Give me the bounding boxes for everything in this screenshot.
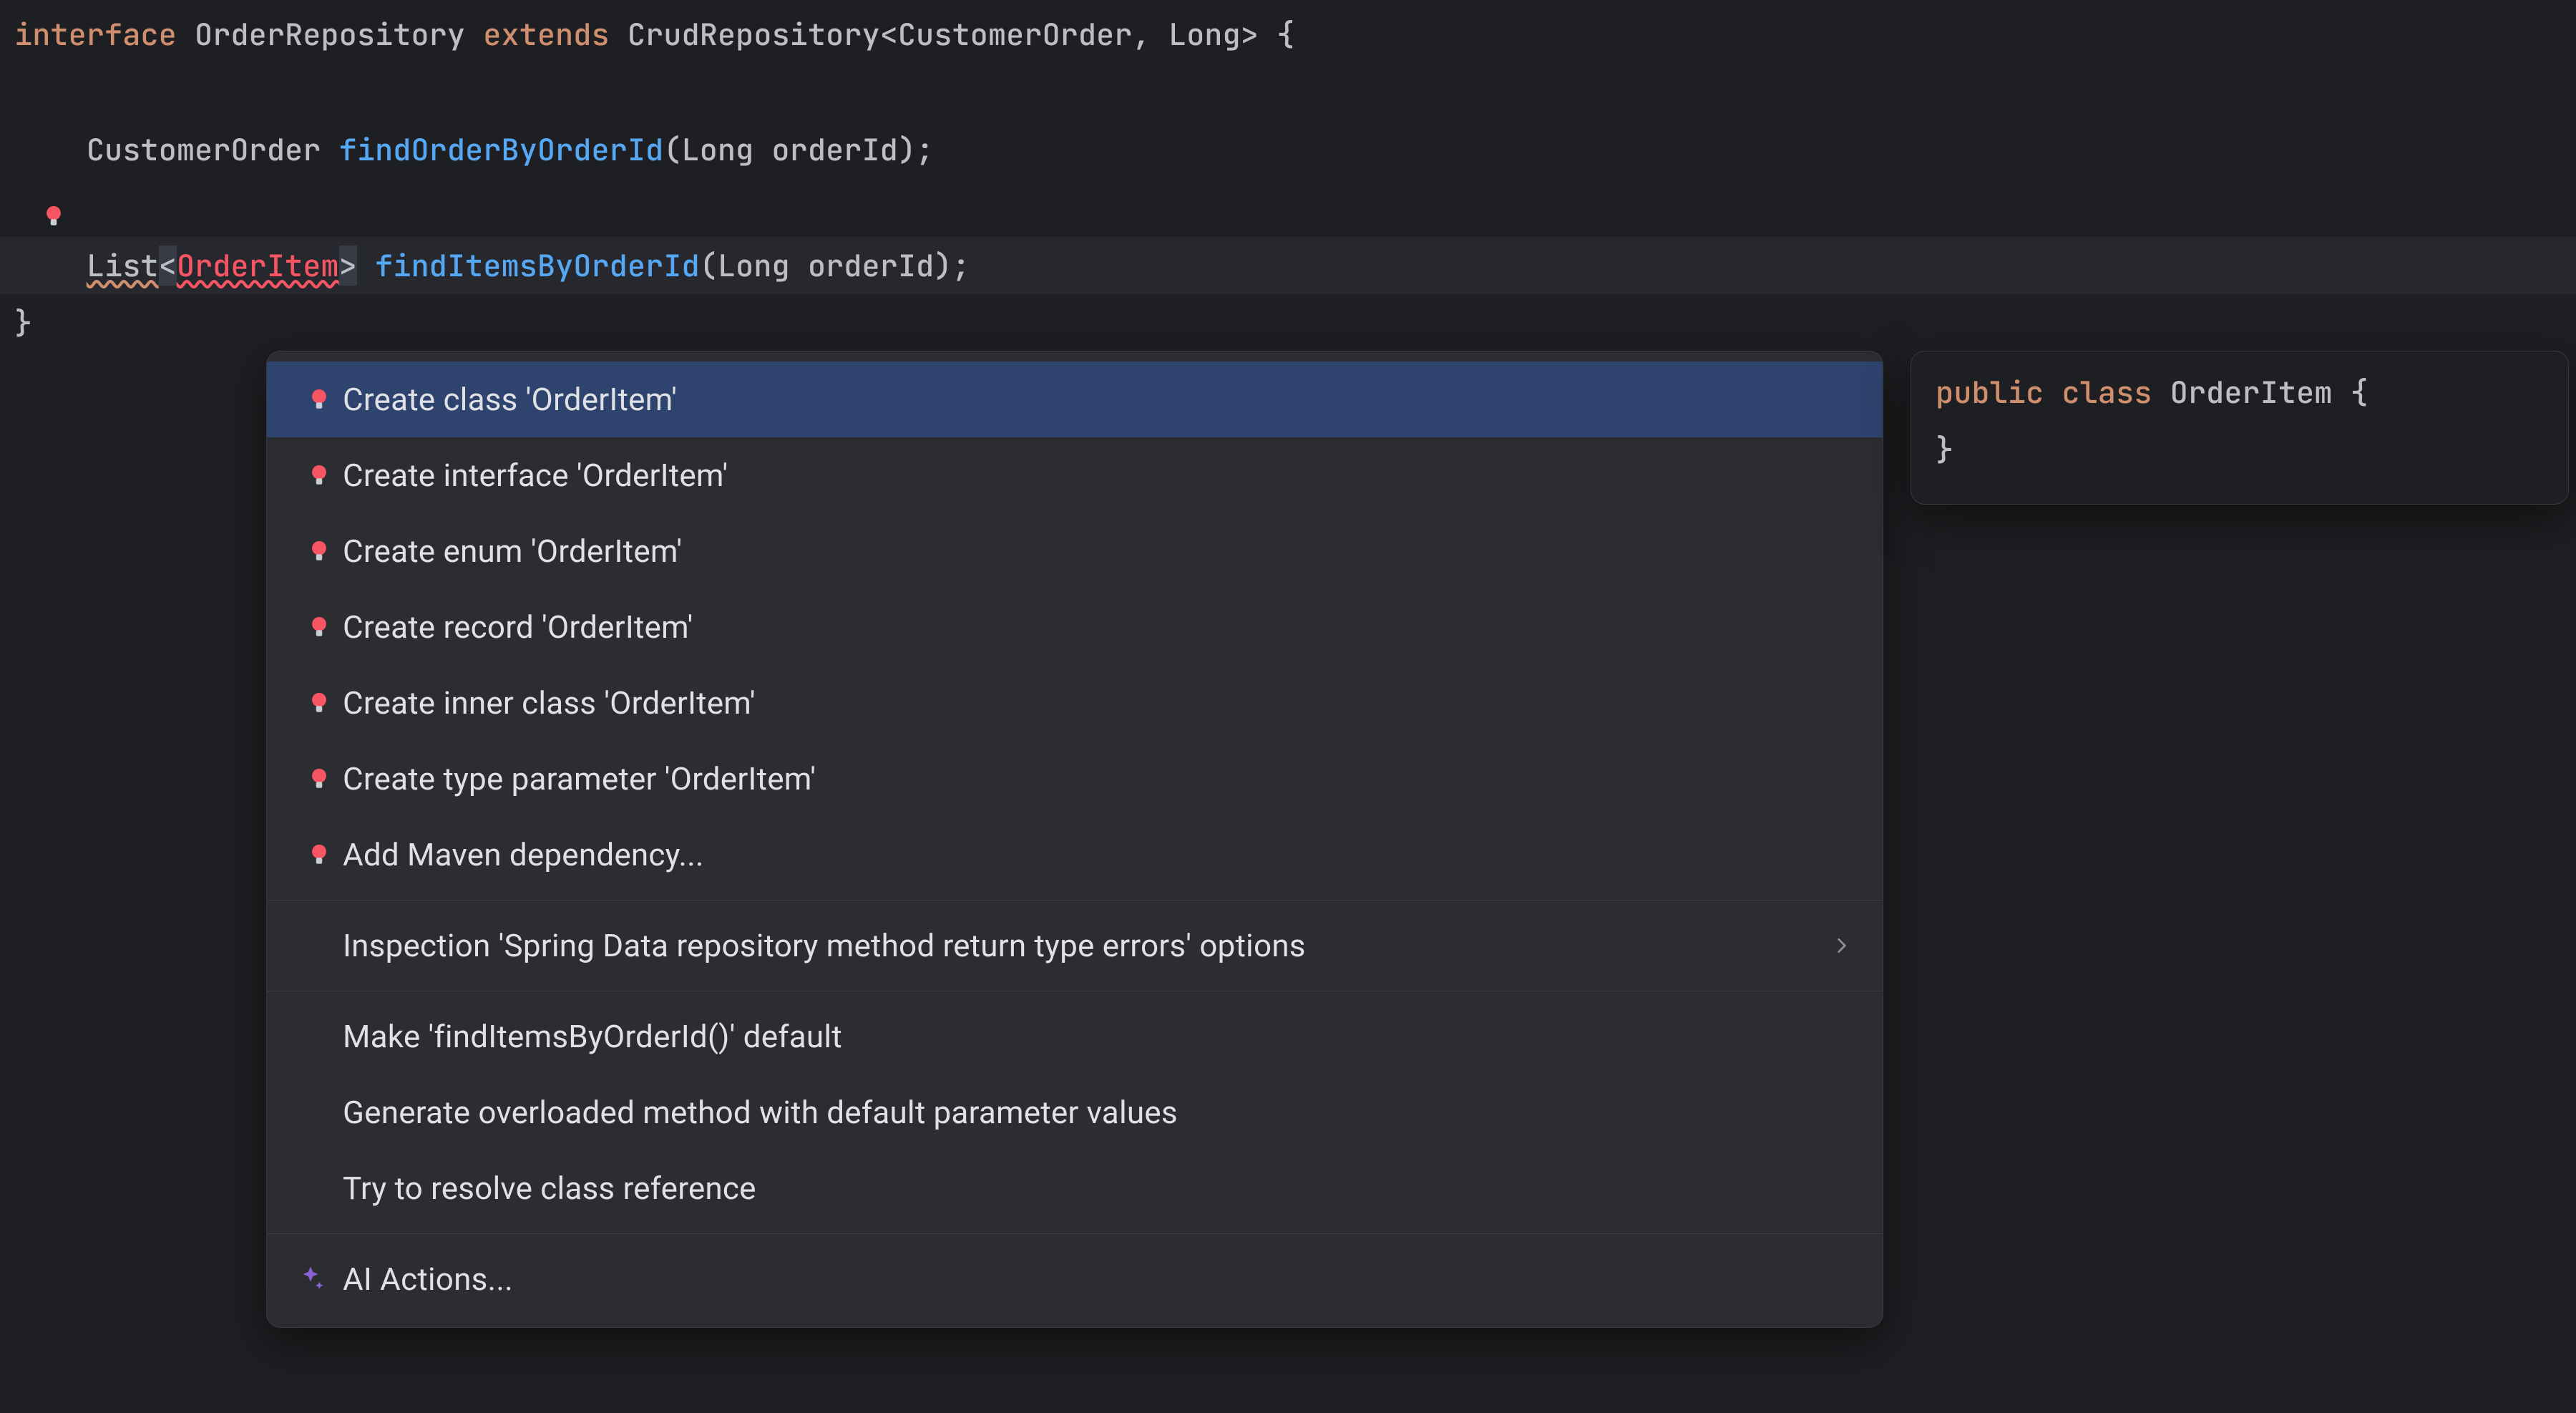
code-line[interactable]: CustomerOrder findOrderByOrderId(Long or… [0,121,2576,179]
intention-item-label: Create inner class 'OrderItem' [343,684,1851,722]
preview-code-line: public class OrderItem { [1936,364,2544,422]
intention-item-label: Create enum 'OrderItem' [343,533,1851,570]
intention-item[interactable]: Generate overloaded method with default … [267,1074,1883,1150]
bulb-red-icon [296,615,343,639]
code-line[interactable] [0,64,2576,122]
preview-code-line: } [1936,422,2544,479]
type-name: CrudRepository [628,14,880,54]
intention-item[interactable]: Create class 'OrderItem' [267,361,1883,437]
intention-item-label: Create class 'OrderItem' [343,381,1851,418]
intention-item[interactable]: Create interface 'OrderItem' [267,437,1883,513]
intention-item-inspection-options[interactable]: Inspection 'Spring Data repository metho… [267,908,1883,984]
bulb-red-icon [296,843,343,867]
intention-item-label: AI Actions... [343,1261,1851,1298]
error-reference: OrderItem [177,246,339,286]
keyword: extends [483,14,609,54]
code-line[interactable]: } [0,294,2576,352]
type-name: OrderRepository [195,14,465,54]
intention-item-label: Create interface 'OrderItem' [343,457,1851,494]
intention-item[interactable]: Create type parameter 'OrderItem' [267,741,1883,817]
bulb-red-icon [296,767,343,791]
bulb-red-icon [296,463,343,487]
bulb-red-icon [296,387,343,412]
intention-item[interactable]: Create enum 'OrderItem' [267,513,1883,589]
code-line-current[interactable]: List<OrderItem> findItemsByOrderId(Long … [0,237,2576,295]
keyword: interface [14,14,177,54]
ai-sparkle-icon [296,1264,343,1294]
intention-item-label: Try to resolve class reference [343,1170,1851,1207]
chevron-right-icon [1833,936,1851,955]
intention-item-label: Make 'findItemsByOrderId()' default [343,1018,1851,1055]
method-name: findOrderByOrderId [339,130,664,170]
code-line[interactable]: interface OrderRepository extends CrudRe… [0,6,2576,64]
intention-item-ai-actions[interactable]: AI Actions... [267,1241,1883,1317]
intention-item-label: Add Maven dependency... [343,836,1851,873]
intention-item-label: Create record 'OrderItem' [343,608,1851,646]
intention-bulb-icon[interactable] [42,204,66,228]
code-line[interactable] [0,179,2576,237]
bulb-red-icon [296,539,343,563]
bulb-red-icon [296,691,343,715]
intention-item-label: Generate overloaded method with default … [343,1094,1851,1131]
intention-item-label: Create type parameter 'OrderItem' [343,760,1851,797]
intention-item[interactable]: Make 'findItemsByOrderId()' default [267,999,1883,1074]
intention-item[interactable]: Add Maven dependency... [267,817,1883,893]
intention-item-label: Inspection 'Spring Data repository metho… [343,927,1833,964]
intention-item[interactable]: Create record 'OrderItem' [267,589,1883,665]
intention-item[interactable]: Try to resolve class reference [267,1150,1883,1226]
method-name: findItemsByOrderId [375,246,700,286]
intention-preview-panel: public class OrderItem { } [1911,351,2569,505]
intention-item[interactable]: Create inner class 'OrderItem' [267,665,1883,741]
intention-actions-popup: Create class 'OrderItem' Create interface… [266,351,1883,1328]
separator [267,1233,1883,1234]
